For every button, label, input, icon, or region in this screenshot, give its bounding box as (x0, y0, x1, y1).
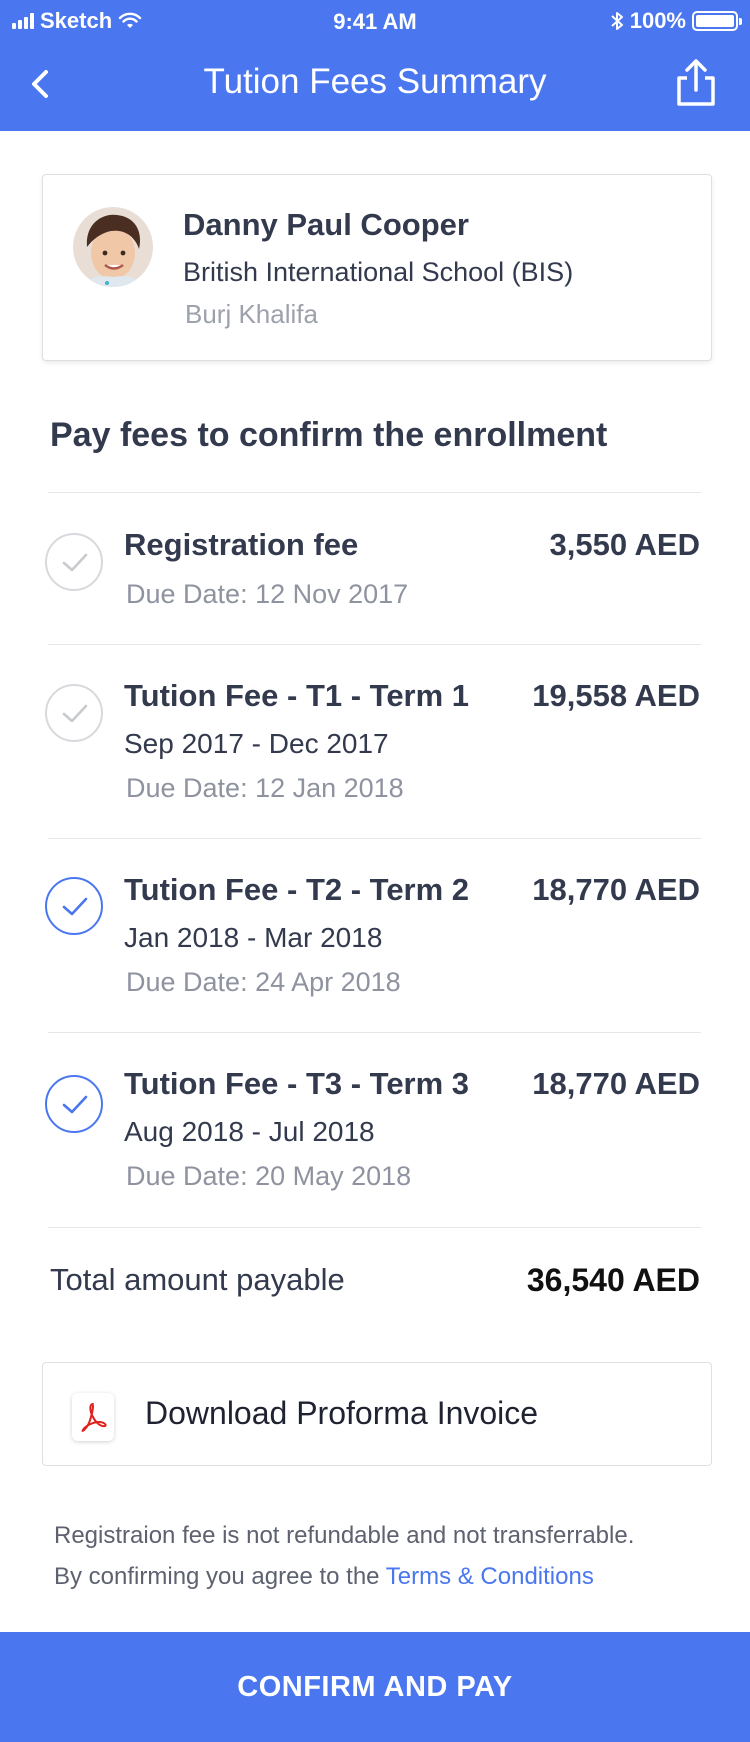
fee-name: Tution Fee - T2 - Term 2 (124, 872, 470, 907)
check-icon (62, 1095, 88, 1114)
battery-icon (692, 11, 742, 31)
status-bar: Sketch 9:41 AM 100% (0, 0, 750, 44)
nav-bar: Tution Fees Summary (0, 44, 750, 131)
pdf-icon (72, 1393, 114, 1441)
fee-due-date: Due Date: 12 Nov 2017 (126, 579, 409, 609)
confirm-and-pay-button[interactable]: CONFIRM AND PAY (0, 1632, 750, 1742)
app-header: Sketch 9:41 AM 100% Tution Fees Summary (0, 0, 750, 131)
section-title: Pay fees to confirm the enrollment (50, 416, 608, 454)
check-icon (62, 704, 88, 723)
fee-due-date: Due Date: 12 Jan 2018 (126, 773, 404, 803)
student-name: Danny Paul Cooper (183, 207, 469, 242)
status-right: 100% (610, 8, 742, 34)
battery-percent: 100% (629, 8, 686, 33)
terms-prefix: By confirming you agree to the (54, 1563, 386, 1590)
fee-amount: 18,770 AED (532, 1066, 700, 1101)
fee-due-date: Due Date: 20 May 2018 (126, 1161, 412, 1191)
fee-checkbox[interactable] (45, 1075, 103, 1133)
student-card: Danny Paul Cooper British International … (42, 174, 712, 361)
page-title: Tution Fees Summary (203, 62, 547, 101)
fee-checkbox[interactable] (45, 533, 103, 591)
fee-period: Aug 2018 - Jul 2018 (124, 1116, 375, 1147)
divider (48, 838, 701, 839)
school-name: British International School (BIS) (183, 257, 574, 287)
fee-name: Tution Fee - T1 - Term 1 (124, 678, 470, 713)
fee-name: Registration fee (124, 527, 359, 562)
check-icon (62, 553, 88, 572)
bluetooth-icon (611, 12, 623, 30)
fee-amount: 18,770 AED (532, 872, 700, 907)
download-label: Download Proforma Invoice (145, 1395, 539, 1431)
total-value: 36,540 AED (526, 1262, 700, 1298)
total-label: Total amount payable (50, 1262, 345, 1297)
terms-note: By confirming you agree to the Terms & C… (54, 1563, 594, 1591)
check-icon (62, 897, 88, 916)
divider (48, 1032, 701, 1033)
fee-name: Tution Fee - T3 - Term 3 (124, 1066, 470, 1101)
fee-checkbox[interactable] (45, 684, 103, 742)
share-icon (677, 59, 715, 106)
fee-amount: 19,558 AED (532, 678, 700, 713)
refund-note: Registraion fee is not refundable and no… (54, 1522, 635, 1549)
fee-period: Jan 2018 - Mar 2018 (124, 922, 383, 953)
download-invoice-button[interactable]: Download Proforma Invoice (42, 1362, 712, 1466)
fee-due-date: Due Date: 24 Apr 2018 (126, 967, 401, 997)
avatar (73, 207, 153, 287)
share-button[interactable] (672, 58, 720, 108)
divider (48, 492, 701, 493)
divider (48, 1227, 701, 1228)
fee-amount: 3,550 AED (549, 527, 701, 562)
divider (48, 644, 701, 645)
fee-period: Sep 2017 - Dec 2017 (124, 728, 389, 759)
terms-link[interactable]: Terms & Conditions (386, 1563, 594, 1590)
fee-checkbox[interactable] (45, 877, 103, 935)
school-location: Burj Khalifa (185, 299, 318, 329)
